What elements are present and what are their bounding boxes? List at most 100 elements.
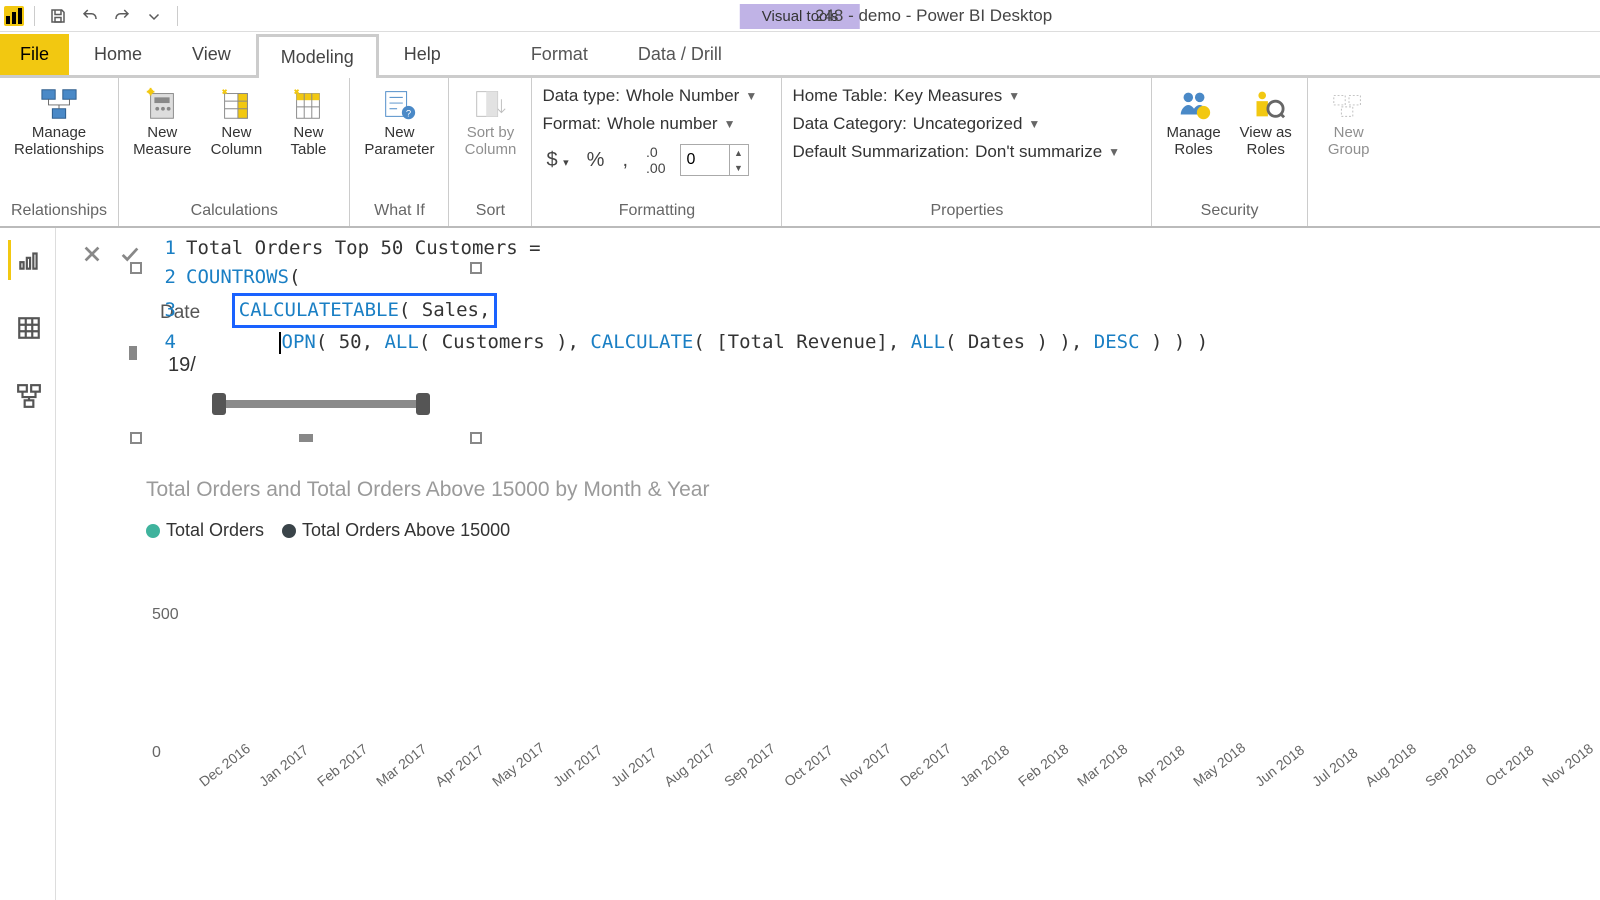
data-view-button[interactable]: [8, 308, 48, 348]
decimal-format-button[interactable]: .0.00: [642, 142, 669, 178]
redo-button[interactable]: [109, 3, 135, 29]
new-table-button[interactable]: New Table: [277, 84, 339, 161]
group-groups-label: [1318, 216, 1380, 224]
chevron-down-icon: ▼: [1108, 145, 1120, 159]
group-relationships-label: Relationships: [10, 198, 108, 224]
resize-handle[interactable]: [130, 432, 142, 444]
group-calculations-label: Calculations: [129, 198, 339, 224]
formula-editor[interactable]: 1Total Orders Top 50 Customers = 2COUNTR…: [156, 234, 1590, 358]
manage-relationships-label: Manage Relationships: [14, 124, 104, 159]
data-category-value: Uncategorized: [913, 114, 1023, 134]
sort-by-column-label: Sort by Column: [465, 124, 517, 159]
app-icon: [4, 6, 24, 26]
legend-item-label: Total Orders Above 15000: [302, 520, 510, 540]
formula-highlighted-selection: CALCULATETABLE( Sales,: [232, 293, 498, 328]
chevron-down-icon: ▼: [724, 117, 736, 131]
group-formatting-label: Formatting: [542, 198, 771, 224]
report-view-button[interactable]: [8, 240, 48, 280]
group-security-label: Security: [1162, 198, 1296, 224]
x-tick-label: Nov 2018: [1539, 740, 1596, 790]
group-whatif-label: What If: [360, 198, 438, 224]
percent-format-button[interactable]: %: [583, 147, 609, 174]
text-cursor: [279, 332, 281, 354]
tab-format[interactable]: Format: [506, 31, 613, 75]
ribbon: Manage Relationships Relationships New M…: [0, 78, 1600, 228]
ribbon-tabstrip: File Home View Modeling Help Format Data…: [0, 32, 1600, 78]
report-canvas: Date 19/ 1Total Orders Top 50 Customers …: [56, 228, 1600, 900]
new-column-label: New Column: [211, 124, 263, 159]
format-dropdown[interactable]: Format: Whole number ▼: [542, 114, 757, 134]
new-parameter-button[interactable]: ? New Parameter: [360, 84, 438, 161]
home-table-label: Home Table:: [792, 86, 887, 106]
currency-format-button[interactable]: $ ▾: [542, 147, 572, 174]
data-category-label: Data Category:: [792, 114, 906, 134]
formula-token: (: [289, 266, 300, 288]
slicer-range-slider[interactable]: [216, 400, 426, 408]
tab-help[interactable]: Help: [379, 31, 466, 75]
manage-roles-button[interactable]: Manage Roles: [1162, 84, 1224, 161]
comma-format-button[interactable]: ,: [618, 147, 632, 174]
data-type-dropdown[interactable]: Data type: Whole Number ▼: [542, 86, 757, 106]
file-tab[interactable]: File: [0, 34, 69, 75]
x-tick-label: Oct 2018: [1482, 742, 1537, 790]
tab-modeling[interactable]: Modeling: [256, 34, 379, 78]
window-title: 248 - demo - Power BI Desktop: [815, 6, 1052, 26]
manage-relationships-button[interactable]: Manage Relationships: [10, 84, 108, 161]
divider: [177, 6, 178, 26]
group-properties-label: Properties: [792, 198, 1141, 224]
home-table-dropdown[interactable]: Home Table: Key Measures ▼: [792, 86, 1120, 106]
legend-marker: [146, 524, 160, 538]
data-type-label: Data type:: [542, 86, 620, 106]
tab-data-drill[interactable]: Data / Drill: [613, 31, 747, 75]
summarization-value: Don't summarize: [975, 142, 1102, 162]
view-as-roles-button[interactable]: View as Roles: [1235, 84, 1297, 161]
legend-item-label: Total Orders: [166, 520, 264, 540]
decimal-places-stepper[interactable]: ▲▼: [680, 144, 749, 176]
new-table-label: New Table: [290, 124, 326, 159]
formula-token: OPN: [282, 331, 316, 353]
manage-roles-label: Manage Roles: [1166, 124, 1220, 159]
new-group-button[interactable]: New Group: [1318, 84, 1380, 161]
formula-commit-button[interactable]: [114, 238, 146, 270]
slider-thumb-start[interactable]: [212, 393, 226, 415]
new-measure-button[interactable]: New Measure: [129, 84, 195, 161]
legend-marker: [282, 524, 296, 538]
summarization-dropdown[interactable]: Default Summarization: Don't summarize ▼: [792, 142, 1120, 162]
decrement-button[interactable]: ▼: [730, 160, 748, 175]
svg-text:?: ?: [406, 108, 411, 119]
qat-customize-button[interactable]: [141, 3, 167, 29]
data-type-value: Whole Number: [626, 86, 739, 106]
new-measure-label: New Measure: [133, 124, 191, 159]
format-label: Format:: [542, 114, 601, 134]
summarization-label: Default Summarization:: [792, 142, 969, 162]
resize-handle[interactable]: [299, 434, 313, 442]
formula-cancel-button[interactable]: [76, 238, 108, 270]
tab-view[interactable]: View: [167, 31, 256, 75]
view-as-roles-label: View as Roles: [1240, 124, 1292, 159]
decimal-places-input[interactable]: [681, 145, 729, 175]
data-category-dropdown[interactable]: Data Category: Uncategorized ▼: [792, 114, 1120, 134]
chevron-down-icon: ▼: [1008, 89, 1020, 103]
new-parameter-label: New Parameter: [364, 124, 434, 159]
divider: [34, 6, 35, 26]
resize-handle[interactable]: [470, 432, 482, 444]
chevron-down-icon: ▼: [1028, 117, 1040, 131]
save-button[interactable]: [45, 3, 71, 29]
new-column-button[interactable]: New Column: [205, 84, 267, 161]
chevron-down-icon: ▼: [745, 89, 757, 103]
formula-bar: 1Total Orders Top 50 Customers = 2COUNTR…: [76, 234, 1590, 358]
formula-line-1: Total Orders Top 50 Customers =: [186, 237, 541, 259]
view-rail: [0, 228, 56, 900]
sort-by-column-button[interactable]: Sort by Column: [459, 84, 521, 161]
bar-chart-visual[interactable]: Total Orders and Total Orders Above 1500…: [146, 478, 1440, 779]
format-value: Whole number: [607, 114, 718, 134]
increment-button[interactable]: ▲: [730, 145, 748, 160]
chart-plot-area: 0 500: [196, 553, 1440, 763]
chart-legend: Total Orders Total Orders Above 15000: [146, 520, 1440, 541]
tab-home[interactable]: Home: [69, 31, 167, 75]
y-tick-label: 0: [152, 744, 161, 762]
slider-thumb-end[interactable]: [416, 393, 430, 415]
y-tick-label: 500: [152, 606, 179, 624]
model-view-button[interactable]: [8, 376, 48, 416]
undo-button[interactable]: [77, 3, 103, 29]
